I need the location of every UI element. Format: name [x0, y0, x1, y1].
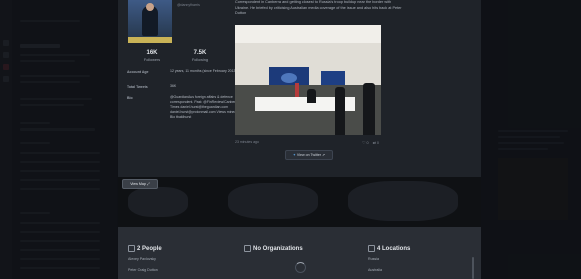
bio-label: Bio [127, 96, 133, 100]
screen-glow [281, 73, 297, 83]
total-tweets-label: Total Tweets [127, 85, 148, 89]
image-flag [295, 83, 299, 97]
image-person [363, 83, 375, 135]
tweet-image[interactable] [235, 25, 381, 135]
organizations-heading-text: No Organizations [253, 246, 303, 253]
map-landmass [228, 183, 318, 219]
profile-handle[interactable]: @dannyfharris [177, 3, 200, 7]
map-landmass [348, 181, 458, 221]
account-age-label: Account Age [127, 70, 149, 74]
image-person [335, 87, 345, 135]
tweet-text: Correspondent in Canberra and getting cl… [235, 0, 402, 15]
following-label: Following [191, 58, 209, 62]
expand-icon: ⤢ [146, 182, 150, 186]
profile-avatar[interactable] [128, 0, 172, 43]
external-link-icon: ⇗ [322, 153, 326, 157]
like-icon[interactable]: ♡ [362, 141, 365, 145]
locations-heading-text: 4 Locations [377, 246, 411, 253]
retweet-icon[interactable]: ⇄ [373, 141, 376, 145]
avatar-banner [128, 37, 172, 43]
tweet-timestamp: 23 minutes ago [235, 140, 259, 144]
image-person [307, 89, 316, 103]
person-icon [128, 245, 135, 252]
modal-scrollbar[interactable] [472, 257, 474, 279]
loading-spinner-icon [295, 262, 306, 273]
followers-count: 16K [146, 50, 158, 56]
view-map-button[interactable]: View Map ⤢ [122, 179, 158, 189]
organizations-heading: No Organizations [244, 245, 303, 252]
view-map-label: View Map [130, 182, 146, 186]
people-heading: 2 People [128, 245, 162, 252]
people-heading-text: 2 People [137, 246, 162, 253]
view-on-twitter-button[interactable]: ✦ View on Twitter ⇗ [285, 150, 333, 160]
bio-value: @GuardianAus foreign affairs & defence c… [170, 95, 245, 119]
tweet-detail-top: @dannyfharris 16K Followers 7.5K Followi… [118, 0, 481, 177]
followers-label: Followers [143, 58, 161, 62]
retweet-count: 0 [376, 141, 380, 145]
tweet-detail-modal: @dannyfharris 16K Followers 7.5K Followi… [118, 0, 481, 279]
person-item[interactable]: Peter Craig Dutton [128, 268, 158, 272]
following-count: 7.5K [193, 50, 207, 56]
account-age-value: 12 years, 11 months (since February 2013… [170, 69, 237, 73]
locations-heading: 4 Locations [368, 245, 410, 252]
building-icon [244, 245, 251, 252]
globe-icon [368, 245, 375, 252]
tweet-actions: ♡ 0 ⇄ 0 [362, 140, 379, 145]
avatar-face [146, 3, 154, 11]
person-item[interactable]: Alexey Pavlovsky [128, 257, 156, 261]
view-on-twitter-label: View on Twitter [296, 153, 322, 157]
total-tweets-value: 36K [170, 84, 177, 88]
twitter-bird-icon: ✦ [292, 153, 296, 157]
location-map[interactable]: View Map ⤢ [118, 177, 481, 227]
map-landmass [128, 187, 188, 217]
image-ceiling [235, 25, 381, 43]
location-item[interactable]: Russia [368, 257, 379, 261]
location-item[interactable]: Australia [368, 268, 382, 272]
like-count: 0 [366, 141, 369, 145]
